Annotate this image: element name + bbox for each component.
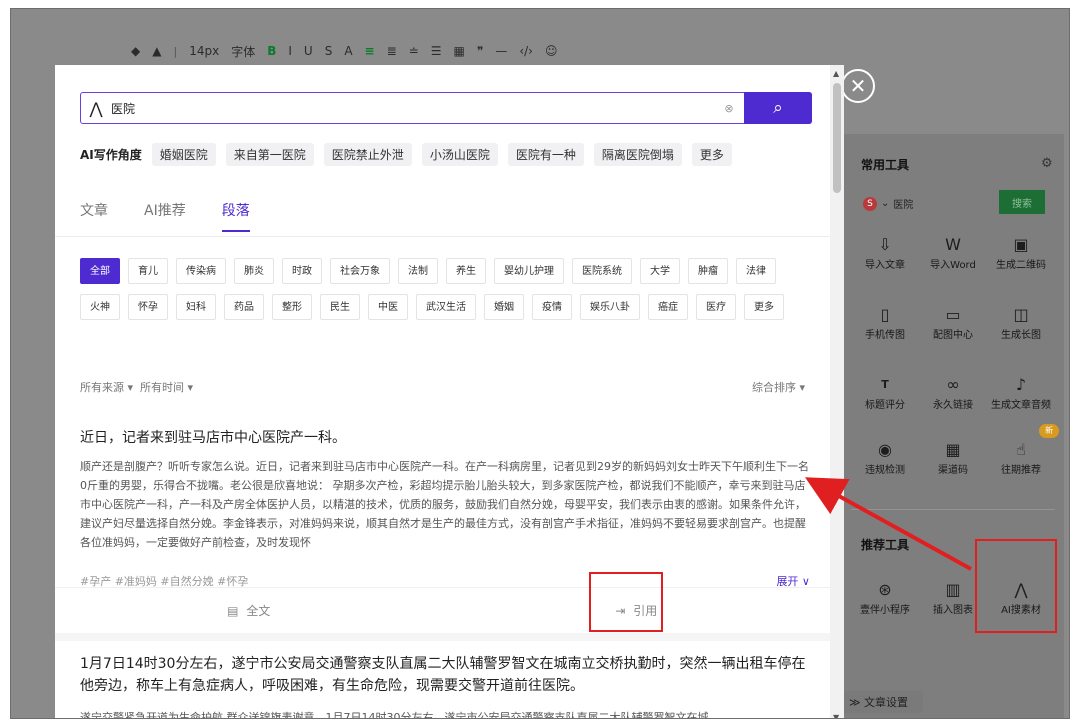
app-frame: ◆ ▲ | 14px 字体 B I U S A ≡ ≣ ≐ ☰ ▦ ❞ — ‹/…: [10, 8, 1070, 719]
annotation-arrow: [804, 477, 972, 571]
